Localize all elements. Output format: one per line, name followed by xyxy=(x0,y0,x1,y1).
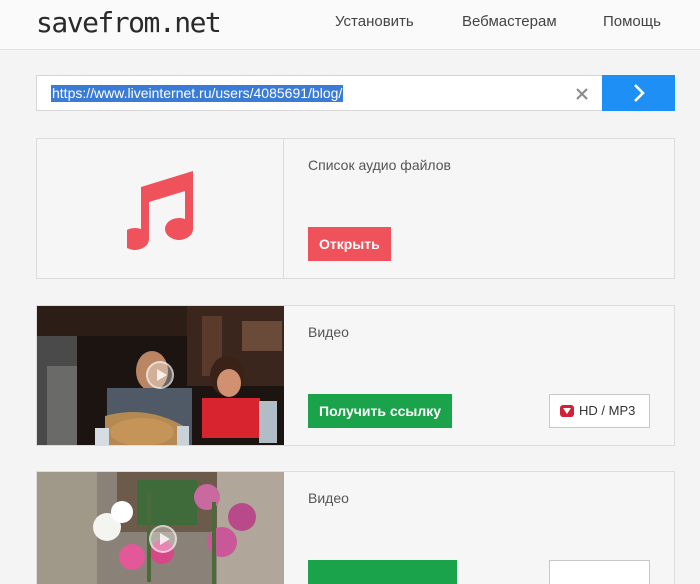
audio-list-title: Список аудио файлов xyxy=(308,157,451,173)
submit-button[interactable] xyxy=(602,75,675,111)
get-link-button[interactable]: Получить ссылку xyxy=(308,394,453,428)
header: savefrom.net Установить Вебмастерам Помо… xyxy=(0,0,700,50)
url-text[interactable]: https://www.liveinternet.ru/users/408569… xyxy=(51,85,344,102)
open-button[interactable]: Открыть xyxy=(308,227,391,261)
download-icon xyxy=(560,405,574,417)
nav-install[interactable]: Установить xyxy=(335,13,414,30)
play-icon[interactable] xyxy=(149,525,177,553)
play-icon[interactable] xyxy=(146,361,174,389)
video-thumbnail[interactable] xyxy=(37,306,284,445)
video-thumbnail-2[interactable] xyxy=(37,472,284,584)
get-link-button-2[interactable] xyxy=(308,560,457,584)
result-video: Видео Получить ссылку HD / MP3 xyxy=(36,305,675,446)
result-audio: Список аудио файлов Открыть xyxy=(36,138,675,279)
video-title-2: Видео xyxy=(308,490,349,506)
music-note-icon xyxy=(127,171,193,250)
search-bar: https://www.liveinternet.ru/users/408569… xyxy=(36,75,675,111)
audio-thumbnail xyxy=(37,139,284,278)
nav-webmasters[interactable]: Вебмастерам xyxy=(462,13,557,30)
hd-mp3-label: HD / MP3 xyxy=(579,403,636,418)
hd-mp3-button[interactable]: HD / MP3 xyxy=(549,394,650,428)
url-input[interactable]: https://www.liveinternet.ru/users/408569… xyxy=(36,75,602,111)
chevron-right-icon xyxy=(634,84,645,102)
nav-help[interactable]: Помощь xyxy=(603,13,661,30)
logo[interactable]: savefrom.net xyxy=(36,6,222,39)
hd-mp3-button-2[interactable] xyxy=(549,560,650,584)
clear-icon[interactable] xyxy=(572,84,592,104)
result-video-2: Видео xyxy=(36,471,675,584)
video-title: Видео xyxy=(308,324,349,340)
